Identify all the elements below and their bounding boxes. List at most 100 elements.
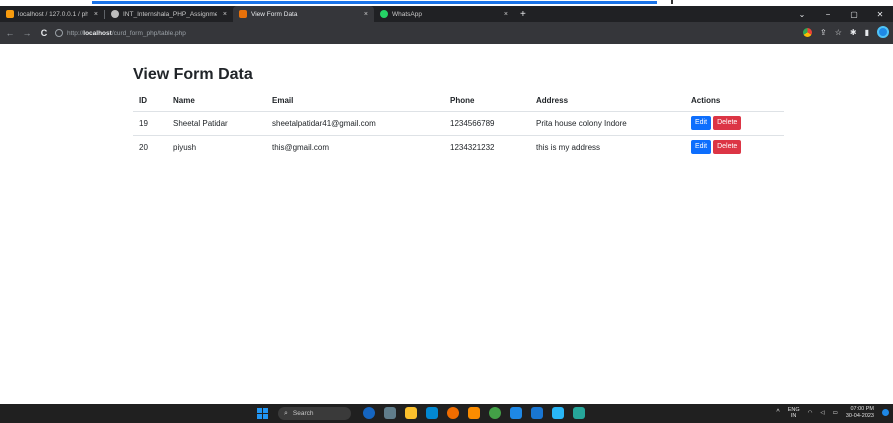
form-data-table: ID Name Email Phone Address Actions 19 S… [133,91,784,159]
cell-id: 19 [133,111,167,136]
tab-close-icon[interactable]: × [504,11,508,18]
task-view-icon[interactable] [384,407,396,419]
url-scheme: http:// [67,29,84,37]
cell-address: this is my address [536,142,601,152]
browser-toolbar: ← → C http:// localhost /curd_form_php/t… [0,22,893,44]
tab-close-icon[interactable]: × [94,11,98,18]
table-header-row: ID Name Email Phone Address Actions [133,91,784,112]
browser-tab-bar: localhost / 127.0.0.1 / php_form × INT_I… [0,6,893,22]
phpmyadmin-icon [6,10,14,18]
mail-icon[interactable] [426,407,438,419]
cell-email: this@gmail.com [272,142,330,152]
screen: localhost / 127.0.0.1 / php_form × INT_I… [0,0,893,423]
show-hidden-icons-chevron-icon[interactable]: ^ [776,409,779,416]
tab-github-repo[interactable]: INT_Internshala_PHP_Assignme × [105,6,233,22]
taskbar-search[interactable]: ⌕ Search [278,407,351,420]
toolbar-icons: ⇪ ☆ ✱ ▮ [803,26,889,38]
tab-title: WhatsApp [392,10,422,18]
cell-phone: 1234321232 [450,142,495,152]
tab-phpmyadmin[interactable]: localhost / 127.0.0.1 / php_form × [0,6,104,22]
minimize-button[interactable]: − [815,10,841,19]
maximize-button[interactable]: ▢ [841,10,867,19]
header-phone: Phone [444,91,530,112]
cell-address: Prita house colony Indore [530,111,685,136]
system-tray: ^ ENG IN ◠ ◁ ▭ 07:00 PM 30-04-2023 [776,406,889,419]
search-label: Search [292,410,314,417]
window-controls: ⌄ − ▢ ✕ [789,6,893,22]
table-row: 20 piyush this@gmail.com 1234321232 this… [133,135,784,159]
region-code: IN [790,412,797,419]
tab-close-icon[interactable]: × [364,11,368,18]
reload-button[interactable]: C [37,28,51,38]
bookmark-star-icon[interactable]: ☆ [835,28,842,37]
selection-caret [671,0,673,4]
cell-name: piyush [173,142,197,152]
page-title: View Form Data [133,66,253,83]
start-tile [263,414,268,419]
app-icon[interactable] [363,407,375,419]
cell-actions: Edit Delete [685,111,784,136]
tab-search-chevron-icon[interactable]: ⌄ [789,10,815,19]
cell-id: 20 [139,142,148,152]
share-icon[interactable]: ⇪ [820,28,827,37]
selection-highlight [92,1,657,4]
photos-icon[interactable] [489,407,501,419]
tab-close-icon[interactable]: × [223,11,227,18]
header-actions: Actions [685,91,784,112]
profile-avatar[interactable] [877,26,889,38]
wifi-icon[interactable]: ◠ [808,410,813,416]
new-tab-button[interactable]: + [514,6,532,22]
side-panel-icon[interactable]: ▮ [865,28,869,37]
vscode-icon[interactable] [510,407,522,419]
header-email: Email [266,91,444,112]
header-id: ID [133,91,167,112]
store-icon[interactable] [552,407,564,419]
tab-whatsapp[interactable]: WhatsApp × [374,6,514,22]
clock[interactable]: 07:00 PM 30-04-2023 [846,406,874,419]
tab-title: localhost / 127.0.0.1 / php_form [18,10,88,18]
tab-title: View Form Data [251,10,298,18]
notification-icon[interactable] [882,409,889,416]
header-address: Address [530,91,685,112]
taskbar-apps [363,407,585,419]
url-host: localhost [83,29,112,37]
app-icon[interactable] [573,407,585,419]
cell-name: Sheetal Patidar [167,111,266,136]
search-icon: ⌕ [284,409,288,417]
cell-phone: 1234566789 [444,111,530,136]
delete-button[interactable]: Delete [713,116,742,130]
file-explorer-icon[interactable] [405,407,417,419]
close-window-button[interactable]: ✕ [867,10,893,19]
delete-button[interactable]: Delete [713,140,742,155]
cell-actions: Edit Delete [685,135,784,159]
word-icon[interactable] [531,407,543,419]
page-content: View Form Data ID Name Email Phone Addre… [0,44,893,404]
clock-date: 30-04-2023 [845,412,874,419]
page-favicon-icon [239,10,247,18]
language-indicator[interactable]: ENG IN [788,407,800,419]
volume-icon[interactable]: ◁ [820,410,824,416]
battery-icon[interactable]: ▭ [833,410,838,416]
header-name: Name [167,91,266,112]
tab-title: INT_Internshala_PHP_Assignme [123,10,217,18]
github-icon [111,10,119,18]
address-bar[interactable]: http:// localhost /curd_form_php/table.p… [55,26,815,41]
chrome-icon[interactable] [447,407,459,419]
url-path: /curd_form_php/table.php [111,29,186,37]
back-button[interactable]: ← [3,28,17,38]
extensions-puzzle-icon[interactable]: ✱ [850,28,857,37]
edit-button[interactable]: Edit [691,116,712,130]
google-lens-icon[interactable] [803,27,813,37]
windows-start-button[interactable] [257,408,268,419]
start-tile [257,408,262,413]
edit-button[interactable]: Edit [691,140,712,155]
forward-button[interactable]: → [20,28,34,38]
start-tile [257,414,262,419]
tab-view-form-data[interactable]: View Form Data × [233,6,374,22]
site-info-icon[interactable] [55,29,63,37]
whatsapp-icon [380,10,388,18]
windows-taskbar: ⌕ Search ^ ENG IN ◠ ◁ ▭ 07:00 PM 30-04-2… [0,404,893,423]
xampp-icon[interactable] [468,407,480,419]
start-tile [263,408,268,413]
table-row: 19 Sheetal Patidar sheetalpatidar41@gmai… [133,111,784,136]
